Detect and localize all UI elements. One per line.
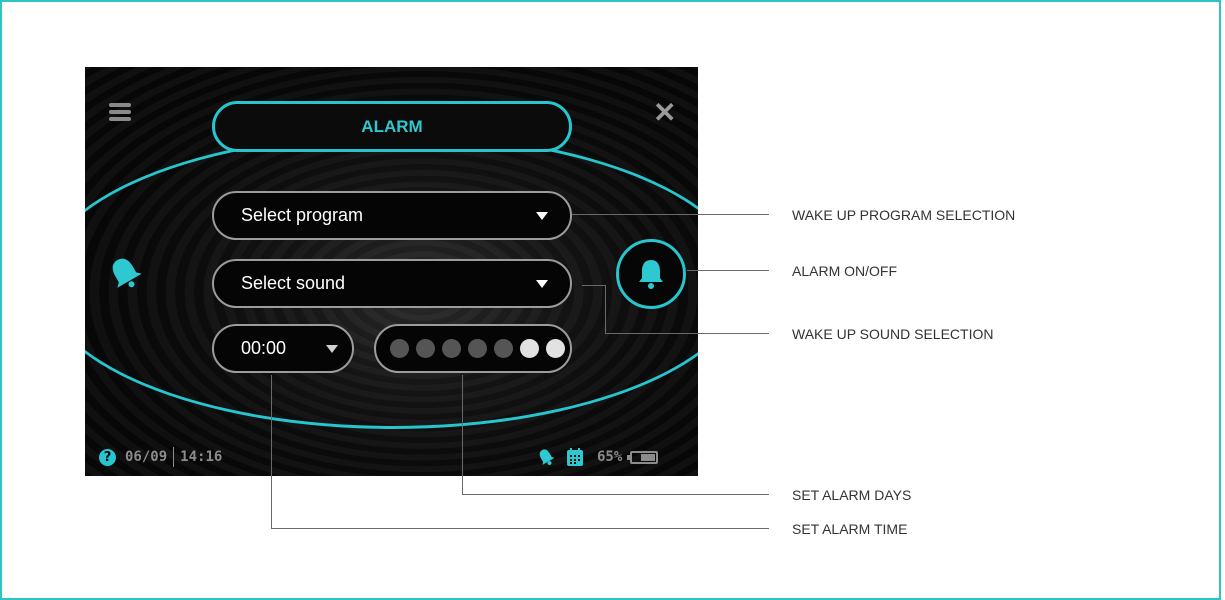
device-screen: ✕ ALARM Select program Select sound 00:0… — [85, 67, 698, 476]
time-select-label: 00:00 — [241, 338, 287, 358]
battery-icon — [627, 450, 659, 464]
leader-line-time — [271, 528, 769, 529]
leader-line-days — [462, 375, 463, 495]
alarm-days-selector[interactable] — [374, 324, 572, 373]
alarm-toggle-button[interactable] — [616, 239, 686, 309]
chevron-down-icon — [536, 279, 548, 288]
chevron-down-icon — [536, 211, 548, 220]
callout-wake-program: WAKE UP PROGRAM SELECTION — [792, 207, 1016, 223]
day-toggle-2[interactable] — [416, 339, 435, 358]
day-toggle-4[interactable] — [468, 339, 487, 358]
sound-select[interactable]: Select sound — [212, 259, 572, 308]
leader-line-time — [271, 375, 272, 529]
status-bar-right: 65% — [535, 447, 659, 467]
calendar-icon — [567, 448, 583, 466]
callout-alarm-days: SET ALARM DAYS — [792, 487, 912, 503]
alarm-set-icon — [539, 449, 555, 466]
close-icon[interactable]: ✕ — [653, 99, 676, 127]
callout-alarm-onoff: ALARM ON/OFF — [792, 263, 898, 279]
status-date: 06/09 — [125, 449, 168, 465]
day-toggle-7[interactable] — [546, 339, 565, 358]
menu-icon[interactable] — [109, 103, 131, 123]
day-toggle-5[interactable] — [494, 339, 513, 358]
status-divider — [173, 447, 175, 467]
sound-select-label: Select sound — [241, 273, 346, 293]
bell-icon — [639, 260, 663, 289]
leader-line-onoff — [687, 270, 769, 271]
day-toggle-6[interactable] — [520, 339, 539, 358]
battery-percent: 65% — [597, 449, 623, 465]
chevron-down-icon — [326, 344, 338, 353]
leader-line-days — [462, 494, 769, 495]
program-select[interactable]: Select program — [212, 191, 572, 240]
leader-line-program — [572, 214, 769, 215]
program-select-label: Select program — [241, 205, 364, 225]
leader-line-sound — [605, 333, 769, 334]
leader-line-sound — [605, 285, 606, 334]
callout-alarm-time: SET ALARM TIME — [792, 521, 908, 537]
status-time: 14:16 — [180, 449, 223, 465]
help-icon[interactable]: ? — [99, 448, 116, 466]
status-bar-left: ? 06/09 14:16 — [99, 447, 222, 467]
day-toggle-3[interactable] — [442, 339, 461, 358]
day-toggle-1[interactable] — [390, 339, 409, 358]
bell-icon — [105, 254, 145, 297]
callout-wake-sound: WAKE UP SOUND SELECTION — [792, 326, 994, 342]
leader-line-sound — [582, 285, 606, 286]
page-title: ALARM — [212, 101, 572, 152]
time-select[interactable]: 00:00 — [212, 324, 354, 373]
